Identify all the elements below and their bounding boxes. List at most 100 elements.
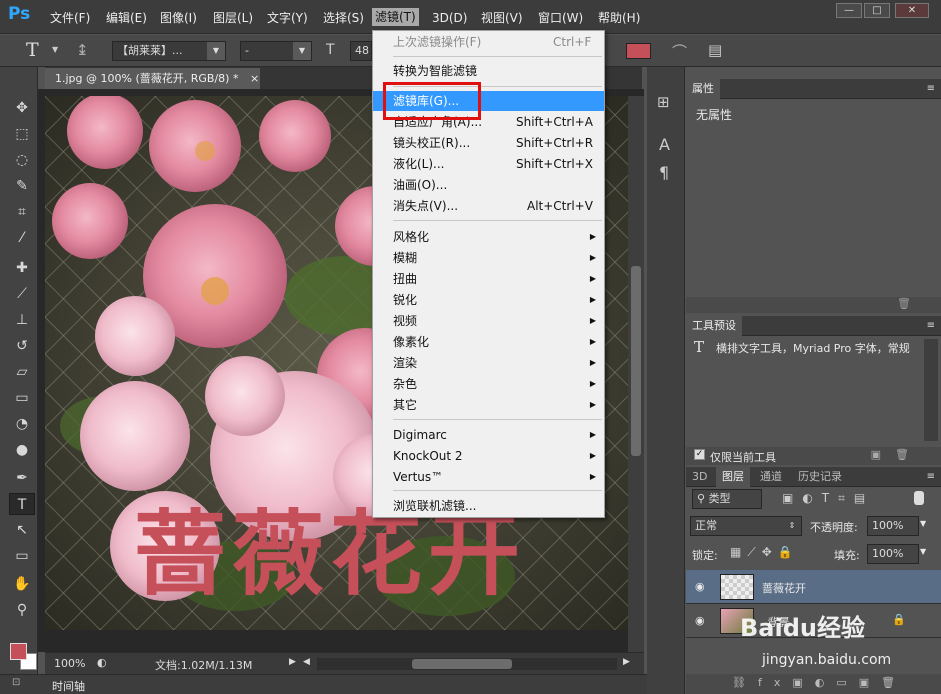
properties-tab[interactable]: 属性 (686, 79, 720, 99)
timeline-label[interactable]: 时间轴 (52, 678, 85, 694)
opacity-field[interactable]: 100% (867, 516, 919, 536)
menu-filter[interactable]: 滤镜(T) (372, 8, 419, 26)
menu-item-oil-paint[interactable]: 油画(O)... (373, 175, 604, 195)
zoom-level[interactable]: 100% (54, 657, 85, 670)
trash-icon[interactable]: 🗑 (897, 297, 911, 310)
menu-type[interactable]: 文字(Y) (267, 9, 308, 27)
tab-layers[interactable]: 图层 (716, 467, 750, 487)
type-tool-icon[interactable]: T (9, 493, 35, 515)
vertical-scrollbar[interactable] (628, 96, 644, 652)
status-menu-arrow-icon[interactable]: ▶ (289, 657, 296, 667)
pen-tool-icon[interactable]: ✒ (9, 467, 35, 489)
minimize-button[interactable]: — (836, 3, 862, 18)
hand-tool-icon[interactable]: ✋ (9, 573, 35, 595)
close-button[interactable]: ✕ (895, 3, 929, 18)
warp-text-icon[interactable]: ⌒ (672, 41, 687, 62)
presets-scrollbar[interactable] (924, 339, 938, 441)
menu-item-knockout[interactable]: KnockOut 2 ▶ (373, 446, 604, 466)
layer-name[interactable]: 蔷薇花开 (762, 580, 806, 596)
menu-item-blur[interactable]: 模糊 ▶ (373, 248, 604, 268)
gradient-tool-icon[interactable]: ▭ (9, 387, 35, 409)
clone-stamp-tool-icon[interactable]: ⊥ (9, 309, 35, 331)
trash-icon[interactable]: 🗑 (895, 448, 909, 461)
tab-3d[interactable]: 3D (686, 467, 713, 487)
eraser-tool-icon[interactable]: ▱ (9, 361, 35, 383)
current-tool-checkbox[interactable]: ✓ (694, 449, 705, 460)
menu-item-pixelate[interactable]: 像素化 ▶ (373, 332, 604, 352)
menu-select[interactable]: 选择(S) (323, 9, 364, 27)
brush-tool-icon[interactable]: ⟋ (9, 283, 35, 305)
menu-view[interactable]: 视图(V) (481, 9, 523, 27)
move-tool-icon[interactable]: ✥ (9, 97, 35, 119)
menu-3d[interactable]: 3D(D) (432, 9, 467, 27)
menu-file[interactable]: 文件(F) (50, 9, 90, 27)
menu-item-browse-online[interactable]: 浏览联机滤镜... (373, 496, 604, 516)
lock-icons[interactable]: ▦⟋✥🔒 (730, 545, 799, 560)
quick-select-tool-icon[interactable]: ✎ (9, 175, 35, 197)
scroll-right-icon[interactable]: ▶ (623, 657, 630, 667)
filter-toggle[interactable] (914, 491, 924, 505)
scroll-thumb[interactable] (631, 266, 641, 456)
status-info-icon[interactable]: ◐ (97, 656, 107, 669)
document-tab[interactable]: 1.jpg @ 100% (蔷薇花开, RGB/8) * × (45, 68, 260, 89)
menu-help[interactable]: 帮助(H) (598, 9, 640, 27)
menu-item-liquify[interactable]: 液化(L)... Shift+Ctrl+X (373, 154, 604, 174)
chevron-down-icon[interactable]: ▼ (920, 547, 926, 556)
tool-presets-tab[interactable]: 工具预设 (686, 316, 742, 336)
tool-preset-item[interactable]: 横排文字工具，Myriad Pro 字体，常规 (716, 340, 922, 356)
close-tab-icon[interactable]: × (250, 72, 259, 85)
eyedropper-tool-icon[interactable]: ⁄ (9, 227, 35, 249)
font-style-select[interactable]: - ▼ (240, 41, 312, 61)
layer-row[interactable]: ◉ 蔷薇花开 (686, 570, 941, 604)
marquee-tool-icon[interactable]: ⬚ (9, 123, 35, 145)
menu-item-lens-correction[interactable]: 镜头校正(R)... Shift+Ctrl+R (373, 133, 604, 153)
menu-item-distort[interactable]: 扭曲 ▶ (373, 269, 604, 289)
foreground-color-swatch[interactable] (10, 643, 27, 660)
menu-item-vertus[interactable]: Vertus™ ▶ (373, 467, 604, 487)
properties-icon[interactable]: ⊞ (657, 93, 670, 111)
layer-filter-icons[interactable]: ▣◐T⌗▤ (782, 491, 874, 506)
font-size-field[interactable]: 48 (350, 41, 372, 61)
character-icon[interactable]: A (659, 135, 670, 154)
scroll-left-icon[interactable]: ◀ (303, 657, 310, 667)
menu-edit[interactable]: 编辑(E) (106, 9, 147, 27)
menu-item-noise[interactable]: 杂色 ▶ (373, 374, 604, 394)
lasso-tool-icon[interactable]: ◌ (9, 149, 35, 171)
path-selection-tool-icon[interactable]: ↖ (9, 519, 35, 541)
scroll-thumb[interactable] (412, 659, 512, 669)
horizontal-scrollbar[interactable] (317, 658, 617, 670)
layer-filter-select[interactable]: ⚲ 类型 (692, 489, 762, 509)
fill-field[interactable]: 100% (867, 544, 919, 564)
new-preset-icon[interactable]: ▣ (871, 448, 881, 461)
tab-history[interactable]: 历史记录 (792, 467, 848, 487)
menu-item-digimarc[interactable]: Digimarc ▶ (373, 425, 604, 445)
timeline-icon[interactable]: ⊡ (12, 677, 20, 688)
menu-item-stylize[interactable]: 风格化 ▶ (373, 227, 604, 247)
rectangle-tool-icon[interactable]: ▭ (9, 545, 35, 567)
menu-layer[interactable]: 图层(L) (213, 9, 253, 27)
blur-tool-icon[interactable]: ◔ (9, 413, 35, 435)
menu-item-last-filter[interactable]: 上次滤镜操作(F) Ctrl+F (373, 32, 604, 52)
zoom-tool-icon[interactable]: ⚲ (9, 599, 35, 621)
character-panel-icon[interactable]: ▤ (708, 41, 722, 59)
eye-icon[interactable]: ◉ (695, 580, 705, 593)
font-family-select[interactable]: 【胡莱莱】... ▼ (112, 41, 226, 61)
eye-icon[interactable]: ◉ (695, 614, 705, 627)
text-color-swatch[interactable] (626, 43, 651, 59)
panel-menu-icon[interactable]: ≡ (927, 467, 935, 487)
paragraph-icon[interactable]: ¶ (659, 163, 669, 182)
menu-item-other[interactable]: 其它 ▶ (373, 395, 604, 415)
menu-image[interactable]: 图像(I) (160, 9, 197, 27)
type-tool-icon[interactable]: T (26, 39, 39, 61)
healing-brush-tool-icon[interactable]: ✚ (9, 257, 35, 279)
panel-menu-icon[interactable]: ≡ (927, 79, 935, 99)
blend-mode-select[interactable]: 正常 ⇕ (690, 516, 802, 536)
dodge-tool-icon[interactable]: ● (9, 439, 35, 461)
history-brush-tool-icon[interactable]: ↺ (9, 335, 35, 357)
menu-item-smart-filter[interactable]: 转换为智能滤镜 (373, 61, 604, 81)
menu-item-sharpen[interactable]: 锐化 ▶ (373, 290, 604, 310)
text-orientation-icon[interactable]: ↨ (76, 41, 89, 59)
menu-item-render[interactable]: 渲染 ▶ (373, 353, 604, 373)
layer-actions-icons[interactable]: ⛓fx▣◐▭▣🗑 (732, 676, 907, 689)
chevron-down-icon[interactable]: ▼ (920, 519, 926, 528)
